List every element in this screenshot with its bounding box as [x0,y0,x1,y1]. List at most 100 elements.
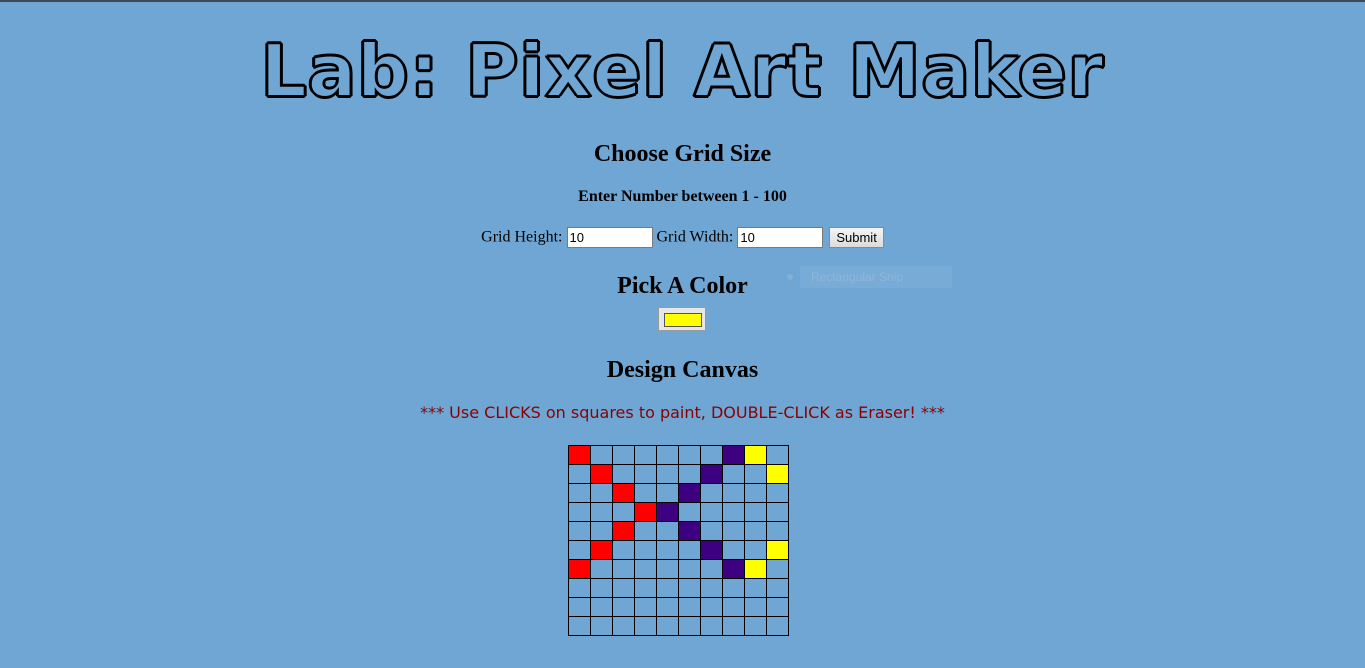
canvas-cell[interactable] [568,445,591,465]
canvas-cell[interactable] [722,483,745,503]
canvas-cell[interactable] [744,616,767,636]
canvas-cell[interactable] [766,540,789,560]
canvas-cell[interactable] [678,616,701,636]
canvas-cell[interactable] [722,521,745,541]
canvas-cell[interactable] [590,464,613,484]
canvas-cell[interactable] [722,578,745,598]
canvas-cell[interactable] [590,578,613,598]
canvas-cell[interactable] [766,578,789,598]
canvas-cell[interactable] [700,597,723,617]
canvas-cell[interactable] [634,521,657,541]
canvas-cell[interactable] [766,483,789,503]
canvas-cell[interactable] [766,616,789,636]
canvas-cell[interactable] [678,502,701,522]
canvas-cell[interactable] [590,597,613,617]
canvas-cell[interactable] [656,540,679,560]
canvas-cell[interactable] [700,540,723,560]
canvas-cell[interactable] [744,597,767,617]
canvas-cell[interactable] [612,559,635,579]
canvas-cell[interactable] [656,483,679,503]
canvas-cell[interactable] [766,502,789,522]
canvas-cell[interactable] [612,445,635,465]
canvas-cell[interactable] [744,445,767,465]
canvas-cell[interactable] [634,445,657,465]
canvas-cell[interactable] [656,597,679,617]
canvas-cell[interactable] [722,445,745,465]
canvas-cell[interactable] [744,464,767,484]
grid-height-input[interactable] [566,227,653,248]
canvas-cell[interactable] [744,540,767,560]
canvas-cell[interactable] [590,445,613,465]
canvas-cell[interactable] [722,502,745,522]
canvas-cell[interactable] [634,578,657,598]
canvas-cell[interactable] [744,559,767,579]
canvas-cell[interactable] [590,616,613,636]
canvas-cell[interactable] [612,540,635,560]
canvas-cell[interactable] [656,559,679,579]
canvas-cell[interactable] [656,578,679,598]
canvas-cell[interactable] [634,616,657,636]
canvas-cell[interactable] [678,521,701,541]
canvas-cell[interactable] [634,483,657,503]
canvas-cell[interactable] [678,464,701,484]
canvas-cell[interactable] [590,540,613,560]
canvas-cell[interactable] [612,521,635,541]
canvas-cell[interactable] [656,502,679,522]
submit-button[interactable]: Submit [829,227,884,248]
canvas-cell[interactable] [590,559,613,579]
canvas-cell[interactable] [568,502,591,522]
canvas-cell[interactable] [678,559,701,579]
canvas-cell[interactable] [744,502,767,522]
canvas-cell[interactable] [612,483,635,503]
canvas-cell[interactable] [722,464,745,484]
canvas-cell[interactable] [634,540,657,560]
color-picker[interactable] [658,307,706,331]
canvas-cell[interactable] [678,597,701,617]
canvas-cell[interactable] [678,483,701,503]
canvas-cell[interactable] [700,445,723,465]
canvas-cell[interactable] [612,597,635,617]
canvas-cell[interactable] [678,445,701,465]
canvas-cell[interactable] [656,521,679,541]
canvas-cell[interactable] [568,559,591,579]
canvas-cell[interactable] [766,445,789,465]
canvas-cell[interactable] [568,521,591,541]
canvas-cell[interactable] [766,559,789,579]
canvas-cell[interactable] [568,483,591,503]
canvas-cell[interactable] [678,578,701,598]
canvas-cell[interactable] [634,559,657,579]
grid-width-input[interactable] [737,227,824,248]
canvas-cell[interactable] [722,597,745,617]
canvas-cell[interactable] [568,540,591,560]
canvas-cell[interactable] [700,578,723,598]
canvas-cell[interactable] [634,464,657,484]
canvas-cell[interactable] [678,540,701,560]
canvas-cell[interactable] [612,502,635,522]
canvas-cell[interactable] [700,616,723,636]
canvas-cell[interactable] [766,597,789,617]
canvas-cell[interactable] [568,597,591,617]
canvas-cell[interactable] [656,464,679,484]
canvas-cell[interactable] [590,502,613,522]
canvas-cell[interactable] [700,559,723,579]
canvas-cell[interactable] [568,578,591,598]
canvas-cell[interactable] [634,502,657,522]
canvas-cell[interactable] [612,578,635,598]
canvas-cell[interactable] [700,502,723,522]
canvas-cell[interactable] [568,464,591,484]
canvas-cell[interactable] [744,483,767,503]
canvas-cell[interactable] [766,521,789,541]
canvas-cell[interactable] [612,464,635,484]
canvas-cell[interactable] [656,616,679,636]
canvas-cell[interactable] [722,616,745,636]
canvas-cell[interactable] [612,616,635,636]
canvas-cell[interactable] [700,464,723,484]
canvas-cell[interactable] [722,540,745,560]
canvas-cell[interactable] [722,559,745,579]
canvas-cell[interactable] [744,521,767,541]
canvas-cell[interactable] [700,521,723,541]
canvas-cell[interactable] [656,445,679,465]
canvas-cell[interactable] [744,578,767,598]
canvas-cell[interactable] [766,464,789,484]
canvas-cell[interactable] [700,483,723,503]
